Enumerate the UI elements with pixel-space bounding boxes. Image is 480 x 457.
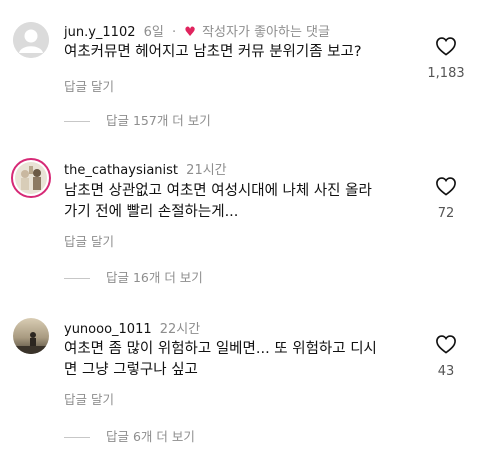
comment-line: 가기 전에 빨리 손절하는게... (64, 204, 239, 220)
username[interactable]: the_cathaysianist (64, 163, 178, 178)
heart-filled-icon: ♥ (184, 25, 196, 40)
replies-divider (64, 437, 90, 438)
view-replies-label: 답글 157개 더 보기 (105, 113, 211, 128)
avatar[interactable] (13, 318, 49, 354)
reply-button[interactable]: 답글 달기 (64, 389, 114, 408)
comment-meta: the_cathaysianist 21시간 (64, 159, 227, 178)
view-replies-label: 답글 6개 더 보기 (105, 429, 195, 444)
author-liked-label: 작성자가 좋아하는 댓글 (202, 25, 330, 40)
view-replies-button[interactable]: 답글 16개 더 보기 (64, 267, 203, 286)
timestamp: 21시간 (186, 163, 227, 178)
separator: · (172, 25, 177, 40)
like-column: 43 (426, 334, 466, 379)
heart-outline-icon[interactable] (435, 334, 457, 358)
reply-button[interactable]: 답글 달기 (64, 231, 114, 250)
comment-meta: yunooo_1011 22시간 (64, 318, 200, 337)
like-count: 72 (437, 206, 455, 221)
like-column: 72 (426, 176, 466, 221)
comment-line: 여초커뮤면 헤어지고 남초면 커뮤 분위기좀 보고? (64, 44, 362, 60)
heart-outline-icon[interactable] (435, 176, 457, 200)
comment-line: 남초면 상관없고 여초면 여성시대에 나체 사진 올라 (64, 183, 372, 199)
comment-line: 면 그냥 그렇구나 싶고 (64, 362, 198, 378)
replies-divider (64, 278, 90, 279)
comment-meta: jun.y_1102 6일 · ♥ 작성자가 좋아하는 댓글 (64, 21, 330, 40)
timestamp: 6일 (143, 25, 164, 40)
comment-text: 남초면 상관없고 여초면 여성시대에 나체 사진 올라 가기 전에 빨리 손절하… (64, 181, 404, 223)
comment-text: 여초커뮤면 헤어지고 남초면 커뮤 분위기좀 보고? (64, 42, 404, 63)
view-replies-label: 답글 16개 더 보기 (105, 270, 203, 285)
view-replies-button[interactable]: 답글 157개 더 보기 (64, 110, 211, 129)
avatar[interactable] (13, 22, 49, 58)
username[interactable]: jun.y_1102 (64, 25, 136, 40)
timestamp: 22시간 (159, 322, 201, 337)
like-count: 1,183 (427, 66, 465, 81)
avatar-image (15, 162, 47, 194)
username[interactable]: yunooo_1011 (64, 322, 152, 337)
reply-button[interactable]: 답글 달기 (64, 76, 114, 95)
like-count: 43 (437, 364, 455, 379)
comment-text: 여초면 좀 많이 위험하고 일베면... 또 위험하고 디시 면 그냥 그렇구나… (64, 339, 404, 381)
comment-line: 여초면 좀 많이 위험하고 일베면... 또 위험하고 디시 (64, 341, 377, 357)
replies-divider (64, 121, 90, 122)
avatar-image (13, 318, 49, 354)
view-replies-button[interactable]: 답글 6개 더 보기 (64, 426, 195, 445)
like-column: 1,183 (426, 36, 466, 81)
heart-outline-icon[interactable] (435, 36, 457, 60)
default-avatar-icon (13, 22, 49, 58)
avatar[interactable] (11, 158, 51, 198)
